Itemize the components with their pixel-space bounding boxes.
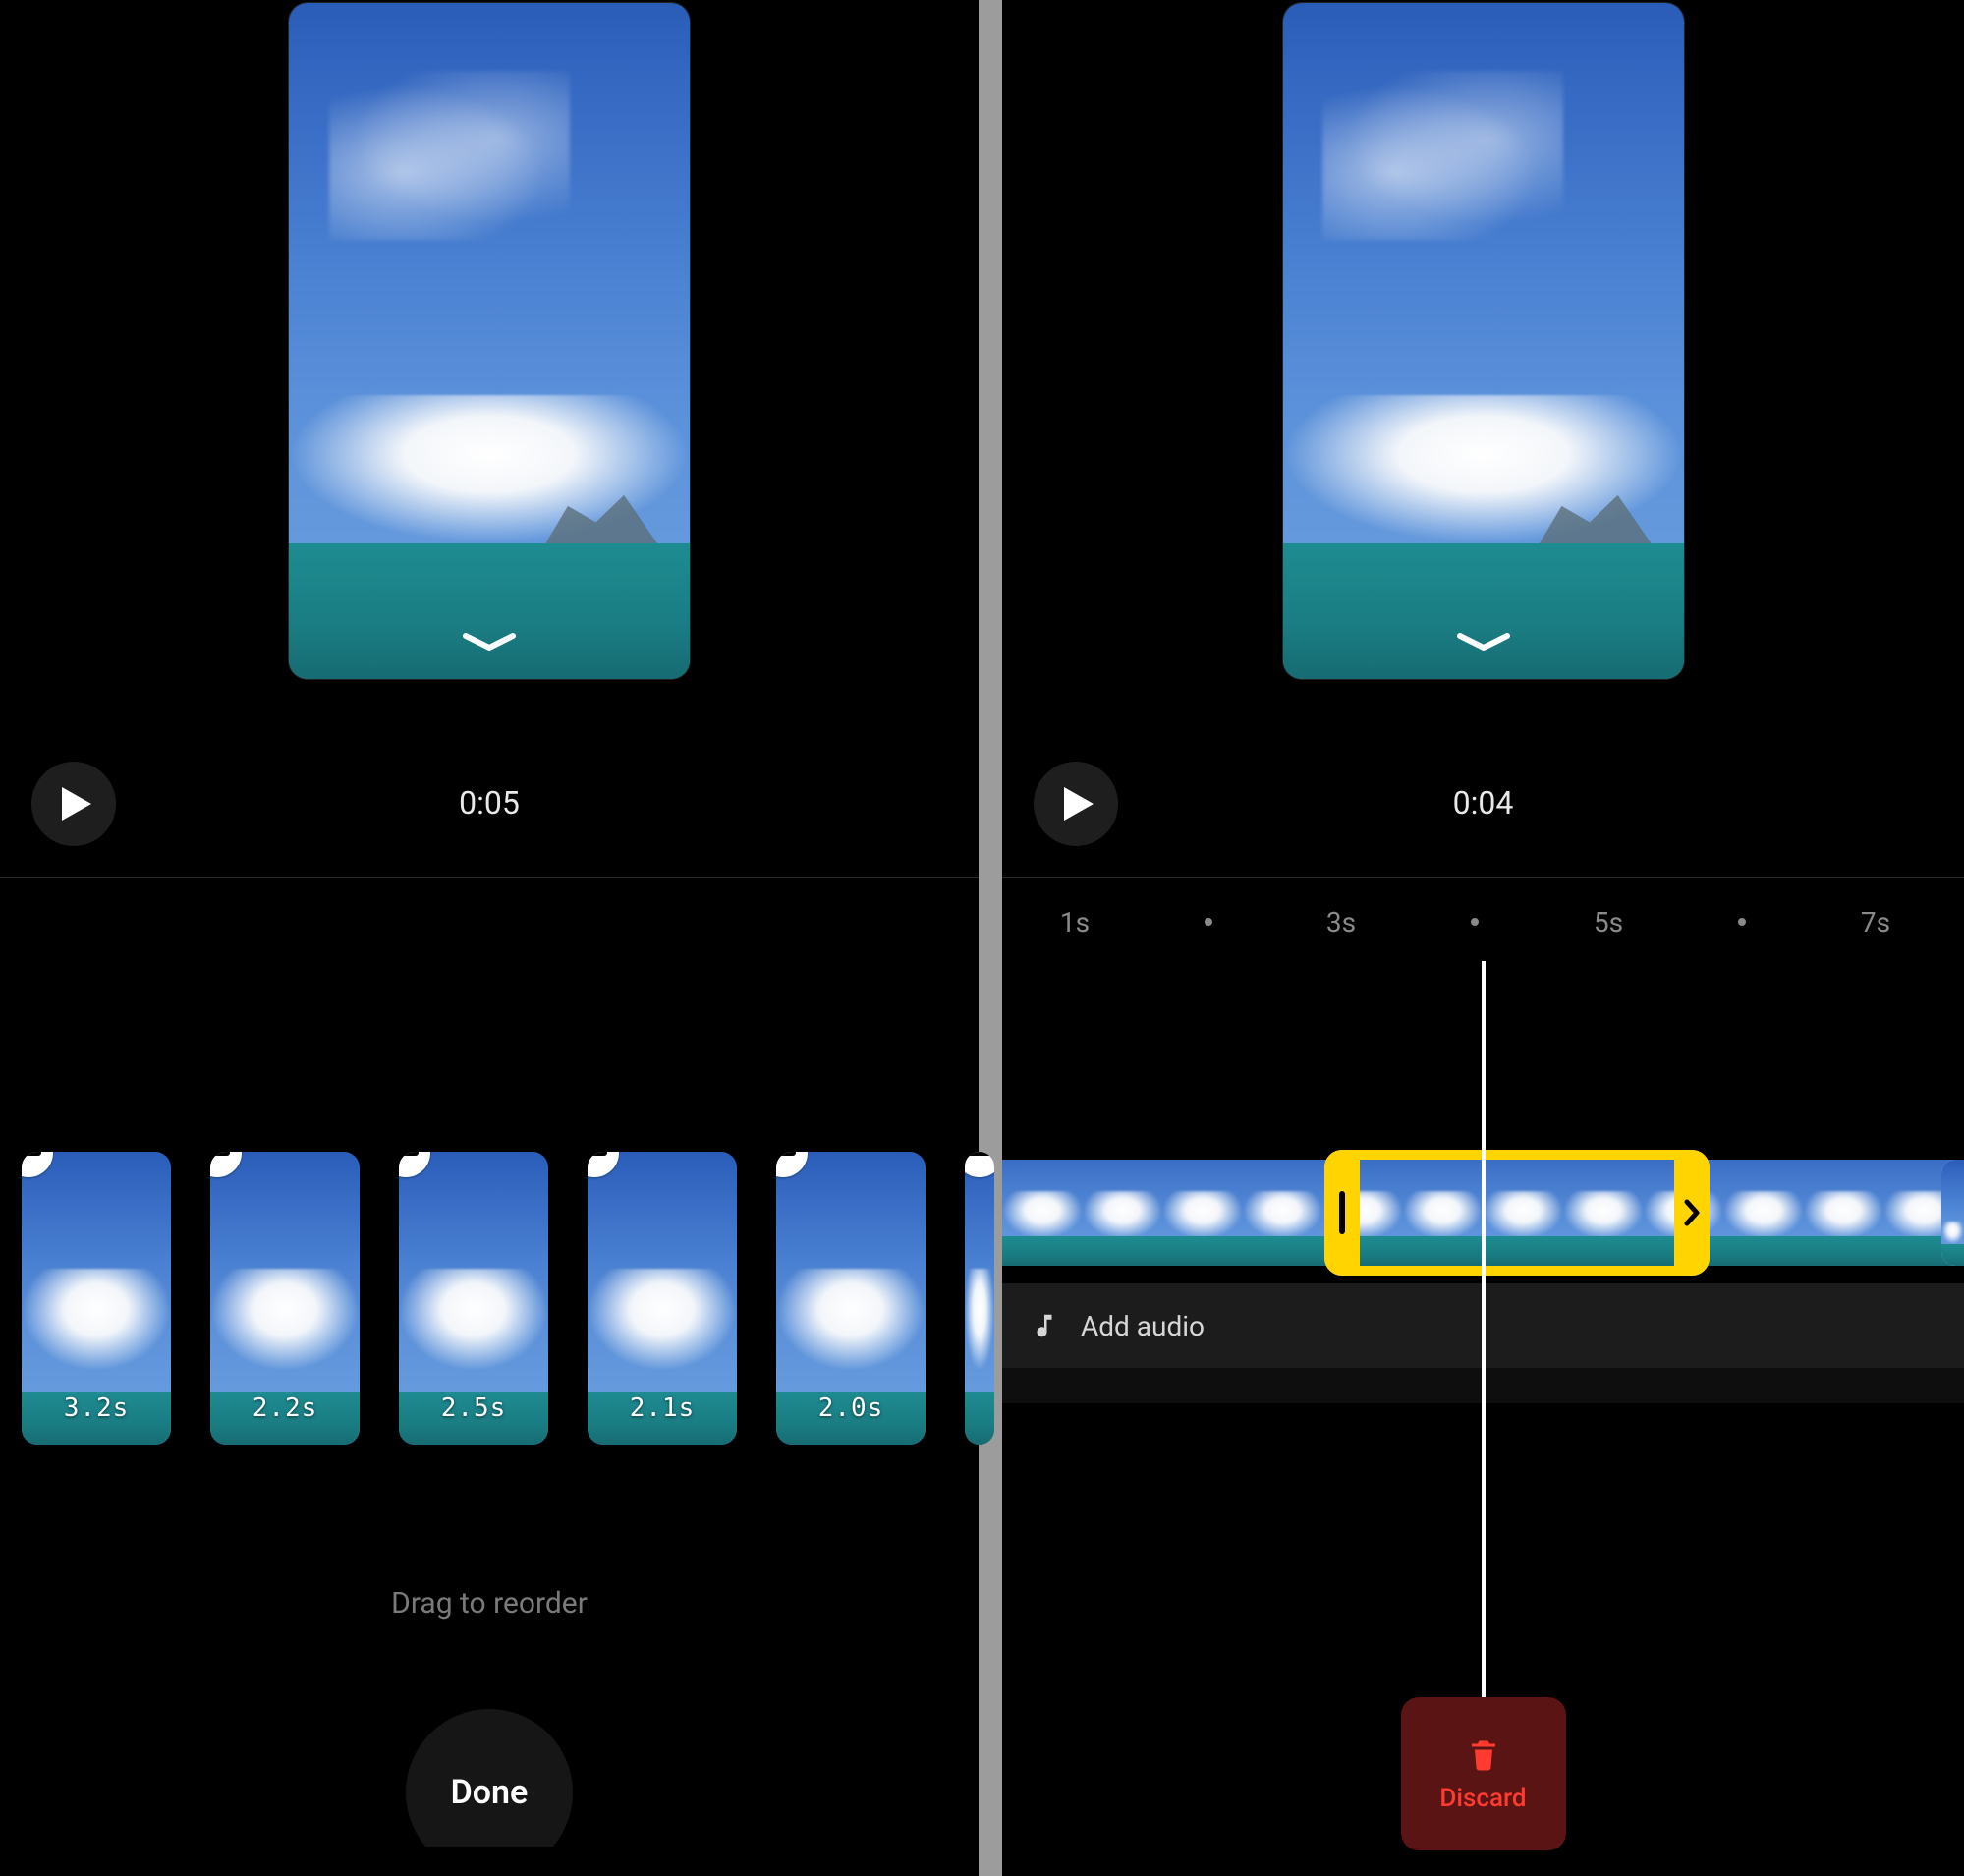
minus-icon — [967, 1152, 992, 1156]
filmstrip-frame — [1243, 1160, 1323, 1266]
clip-duration: 2.1s — [630, 1393, 696, 1423]
trim-handle-right[interactable] — [1674, 1150, 1710, 1276]
trash-icon — [1466, 1734, 1501, 1774]
handle-bar-icon — [1339, 1191, 1345, 1234]
minus-icon — [588, 1152, 607, 1156]
clip-duration: 3.2s — [64, 1393, 130, 1423]
clip-duration: 2.0s — [818, 1393, 884, 1423]
trim-handle-left[interactable] — [1324, 1150, 1360, 1276]
minus-icon — [22, 1152, 41, 1156]
clip-item[interactable]: 2.2s — [210, 1152, 360, 1445]
remove-clip-button[interactable] — [965, 1152, 994, 1177]
filmstrip-frame — [1804, 1160, 1884, 1266]
clip-item[interactable]: 3.2s — [22, 1152, 171, 1445]
clip-item[interactable]: 2.0s — [776, 1152, 926, 1445]
ruler-tick: 3s — [1326, 906, 1356, 938]
ruler-tick: 1s — [1060, 906, 1090, 938]
ruler-tick: 7s — [1861, 906, 1890, 938]
reorder-hint: Drag to reorder — [391, 1586, 588, 1620]
minus-icon — [210, 1152, 230, 1156]
filmstrip-frame — [1162, 1160, 1243, 1266]
timeline-panel: 0:04 1s 3s 5s 7s — [1002, 0, 1964, 1876]
trim-selection[interactable] — [1324, 1150, 1710, 1276]
done-button[interactable]: Done — [406, 1709, 573, 1876]
discard-label: Discard — [1439, 1784, 1526, 1813]
next-clip-preview[interactable] — [1941, 1160, 1964, 1266]
music-note-icon — [1030, 1311, 1059, 1340]
panel-divider — [979, 0, 1002, 1876]
collapse-chevron-icon[interactable] — [462, 632, 517, 652]
minus-icon — [399, 1152, 419, 1156]
video-preview[interactable] — [288, 2, 691, 680]
clip-item[interactable]: 2.1s — [588, 1152, 737, 1445]
collapse-chevron-icon[interactable] — [1456, 632, 1511, 652]
ruler-dot — [1471, 918, 1479, 926]
add-audio-label: Add audio — [1081, 1310, 1205, 1342]
clip-duration: 2.2s — [253, 1393, 318, 1423]
current-time: 0:05 — [459, 784, 520, 822]
done-label: Done — [451, 1773, 529, 1812]
current-time: 0:04 — [1453, 784, 1514, 822]
minus-icon — [776, 1152, 796, 1156]
filmstrip-frame — [1723, 1160, 1804, 1266]
filmstrip-frame — [1083, 1160, 1163, 1266]
reorder-panel: 0:05 3.2s 2.2s 2.5s 2.1s — [0, 0, 979, 1876]
discard-button[interactable]: Discard — [1401, 1697, 1566, 1850]
clip-item[interactable]: 2.5s — [399, 1152, 548, 1445]
play-button[interactable] — [31, 762, 116, 846]
ruler-tick: 5s — [1594, 906, 1623, 938]
ruler-dot — [1205, 918, 1212, 926]
play-button[interactable] — [1034, 762, 1118, 846]
divider-line — [0, 877, 979, 878]
clip-duration: 2.5s — [441, 1393, 507, 1423]
clip-item[interactable] — [965, 1152, 994, 1445]
filmstrip-frame — [1002, 1160, 1083, 1266]
divider-line — [1002, 877, 1964, 878]
playhead[interactable] — [1482, 961, 1486, 1708]
timeline-ruler[interactable]: 1s 3s 5s 7s — [1002, 906, 1964, 945]
chevron-right-icon — [1684, 1199, 1700, 1226]
clips-strip[interactable]: 3.2s 2.2s 2.5s 2.1s 2.0s — [0, 1152, 979, 1476]
video-preview[interactable] — [1282, 2, 1685, 680]
ruler-dot — [1738, 918, 1746, 926]
